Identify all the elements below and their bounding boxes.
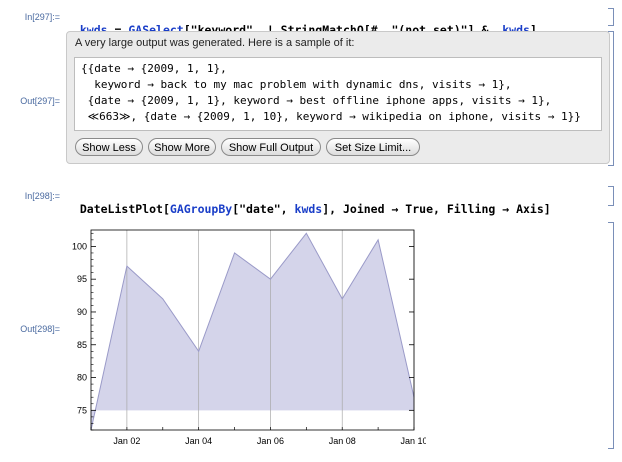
y-tick-label: 85: [77, 340, 87, 350]
output-line: keyword → back to my mac problem with dy…: [81, 78, 512, 91]
show-less-button[interactable]: Show Less: [75, 138, 143, 156]
cell-bracket[interactable]: [608, 222, 614, 449]
output-line: {date → {2009, 1, 1}, keyword → best off…: [81, 94, 552, 107]
date-list-plot[interactable]: 75 80 85 90 95 100 Jan 02 Jan 04 Jan 06 Jan 08 Jan…: [54, 222, 426, 452]
y-tick-label: 80: [77, 373, 87, 383]
code-token: [: [162, 202, 170, 216]
set-size-limit-button[interactable]: Set Size Limit...: [326, 138, 420, 156]
output-sample: {{date → {2009, 1, 1}, keyword → back to…: [74, 57, 602, 131]
x-tick-label: Jan 04: [185, 436, 212, 446]
large-output-message: A very large output was generated. Here …: [75, 37, 355, 49]
cell-bracket[interactable]: [608, 8, 614, 26]
input-label: In[298]:=: [24, 191, 60, 201]
code-token: DateListPlot: [79, 202, 163, 216]
y-tick-label: 90: [77, 307, 87, 317]
x-tick-label: Jan 10: [400, 436, 426, 446]
output-line: {{date → {2009, 1, 1},: [81, 62, 227, 75]
x-tick-label: Jan 08: [329, 436, 356, 446]
show-full-output-button[interactable]: Show Full Output: [221, 138, 321, 156]
code-token: GAGroupBy: [169, 202, 233, 216]
y-tick-label: 75: [77, 405, 87, 415]
cell-bracket[interactable]: [608, 31, 614, 166]
output-label: Out[298]=: [20, 324, 60, 334]
cell-bracket[interactable]: [608, 186, 614, 206]
code-token: ["date",: [232, 202, 295, 216]
output-line: ≪663≫, {date → {2009, 1, 10}, keyword → …: [81, 110, 581, 123]
code-token: kwds: [294, 202, 323, 216]
show-more-button[interactable]: Show More: [148, 138, 216, 156]
x-tick-label: Jan 02: [113, 436, 140, 446]
y-tick-label: 100: [72, 241, 87, 251]
x-tick-label: Jan 06: [257, 436, 284, 446]
y-tick-label: 95: [77, 274, 87, 284]
large-output-panel: A very large output was generated. Here …: [66, 31, 610, 164]
code-token: ], Joined → True, Filling → Axis]: [322, 202, 551, 216]
area-fill: [91, 233, 414, 430]
input-code[interactable]: DateListPlot[GAGroupBy["date", kwds], Jo…: [66, 188, 551, 216]
input-label: In[297]:=: [24, 12, 60, 22]
output-label: Out[297]=: [20, 96, 60, 106]
